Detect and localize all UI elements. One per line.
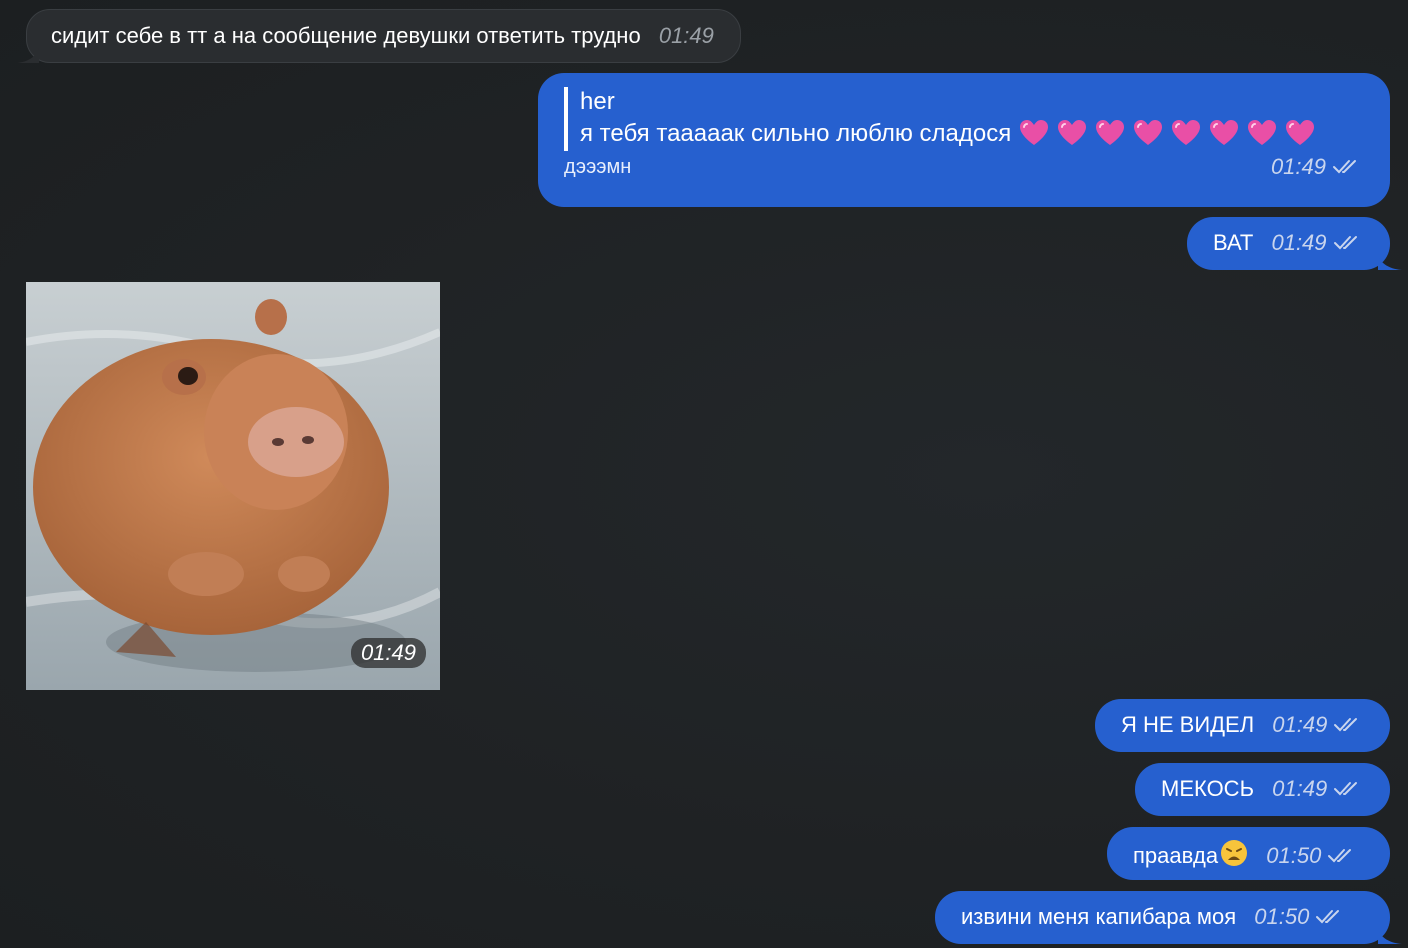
heart-icon [1248,120,1277,145]
photo-message[interactable]: 01:49 [26,282,440,690]
bubble-tail-icon [1378,928,1402,944]
reply-text: я тебя таааaак сильно люблю сладося [580,120,1012,147]
message-time-row: 01:49 [1272,775,1363,803]
reply-text-row: я тебя таааaак сильно люблю сладося [580,117,1364,151]
message-time-row: 01:49 [1271,153,1362,181]
message-outgoing[interactable]: извини меня капибара моя 01:50 [935,891,1402,944]
message-outgoing[interactable]: МЕКОСЬ 01:49 [1135,763,1390,816]
double-check-icon [1328,849,1352,863]
message-outgoing[interactable]: праавда 01:50 [1107,827,1390,880]
message-time: 01:49 [658,23,714,48]
message-text: ВАТ [1213,230,1254,255]
reply-author: her [580,88,615,115]
heart-icon [1096,120,1125,145]
heart-icon [1134,120,1163,145]
double-check-icon [1334,718,1358,732]
reply-quote[interactable]: her я тебя таааaак сильно люблю сладося [564,87,1364,151]
message-time: 01:49 [1271,230,1327,255]
message-text: извини меня капибара моя [961,904,1237,929]
message-outgoing[interactable]: Я НЕ ВИДЕЛ 01:49 [1095,699,1390,752]
message-text: МЕКОСЬ [1161,776,1255,801]
heart-icon [1172,120,1201,145]
message-time: 01:49 [1270,154,1326,179]
heart-emojis [1011,120,1315,147]
message-text: дэээмн [564,156,632,178]
message-time-row: 01:50 [1254,903,1345,931]
message-time: 01:50 [1254,904,1310,929]
message-time: 01:49 [1272,712,1328,737]
double-check-icon [1333,160,1356,174]
chat-area: сидит себе в тт а на сообщение девушки о… [0,0,1408,948]
message-incoming[interactable]: сидит себе в тт а на сообщение девушки о… [17,9,741,63]
capybara-photo [26,282,440,690]
message-time-row: 01:49 [1271,229,1362,257]
message-time: 01:50 [1266,843,1322,868]
photo-time: 01:49 [350,638,426,668]
message-text: праавда [1133,843,1219,868]
heart-icon [1210,120,1239,145]
message-outgoing[interactable]: ВАТ 01:49 [1187,217,1402,270]
double-check-icon [1316,910,1340,924]
message-time-row: 01:49 [1272,711,1363,739]
heart-icon [1058,120,1087,145]
double-check-icon [1334,782,1358,796]
message-text: сидит себе в тт а на сообщение девушки о… [51,23,641,48]
bubble-tail-icon [17,47,39,63]
message-text: Я НЕ ВИДЕЛ [1121,712,1255,737]
double-check-icon [1333,236,1357,250]
message-outgoing-reply[interactable]: her я тебя таааaак сильно люблю сладося … [538,73,1390,207]
heart-icon [1286,120,1315,145]
weary-face-icon [1221,840,1248,866]
message-time-row: 01:50 [1266,842,1357,870]
message-time: 01:49 [1272,776,1328,801]
bubble-tail-icon [1378,254,1402,270]
heart-icon [1020,120,1049,145]
